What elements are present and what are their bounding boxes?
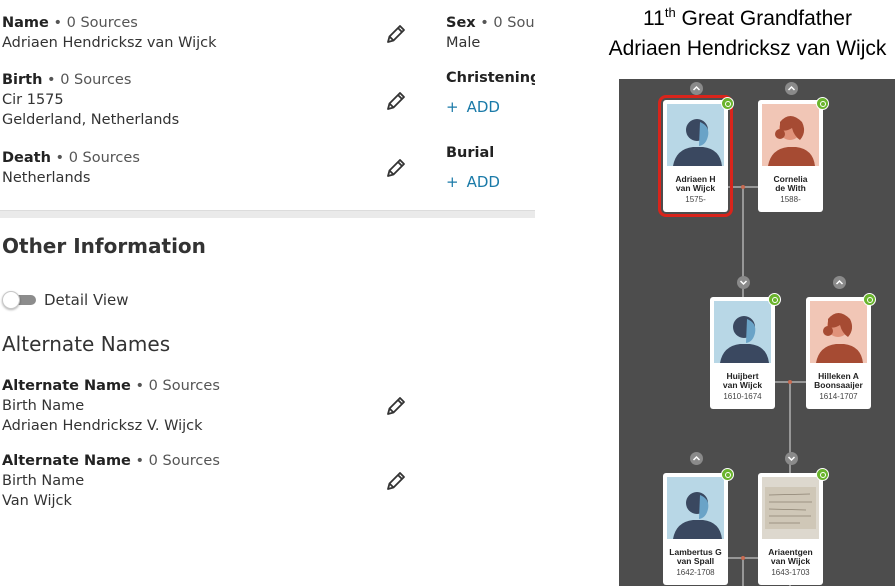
person-name: Hilleken A Boonsaaijer (814, 371, 863, 390)
expand-ancestors-chevron-icon[interactable] (833, 276, 846, 289)
expand-ancestors-chevron-icon[interactable] (690, 82, 703, 95)
edit-birth-pencil-icon[interactable] (385, 90, 407, 112)
death-field: Death • 0 Sources Netherlands (2, 148, 140, 188)
alternate-name-item: Alternate Name • 0 Sources Birth Name Ad… (2, 376, 220, 436)
alternate-name-type: Birth Name (2, 473, 85, 489)
sex-field-label: Sex • 0 Sources (446, 15, 535, 31)
death-field-label: Death • 0 Sources (2, 150, 140, 166)
alternate-name-item: Alternate Name • 0 Sources Birth Name Va… (2, 451, 220, 511)
expand-ancestors-chevron-icon[interactable] (690, 452, 703, 465)
birth-date: Cir 1575 (2, 92, 64, 108)
christening-label: Christening (446, 70, 535, 86)
person-name: Ariaentgen van Wijck (768, 547, 813, 566)
person-name: Cornelia de With (773, 174, 808, 193)
person-card[interactable]: Cornelia de With 1588- (758, 100, 823, 212)
name-field: Name • 0 Sources Adriaen Hendricksz van … (2, 13, 217, 53)
document-photo-icon (762, 477, 819, 539)
record-hint-icon[interactable] (721, 97, 734, 110)
female-avatar-icon (810, 301, 867, 363)
male-avatar-icon (667, 477, 724, 539)
sex-field: Sex • 0 Sources Male (446, 13, 535, 53)
record-hint-icon[interactable] (816, 97, 829, 110)
alternate-name-value: Van Wijck (2, 493, 72, 509)
alternate-name-value: Adriaen Hendricksz V. Wijck (2, 418, 203, 434)
alternate-names-heading: Alternate Names (2, 332, 171, 356)
edit-name-pencil-icon[interactable] (385, 23, 407, 45)
birth-field-label: Birth • 0 Sources (2, 72, 132, 88)
alternate-name-type: Birth Name (2, 398, 85, 414)
male-avatar-icon (714, 301, 771, 363)
add-burial-button[interactable]: + ADD (446, 172, 500, 192)
person-name: Adriaen Hvan Wijck (675, 174, 716, 193)
person-card[interactable]: Huijbert van Wijck 1610-1674 (710, 297, 775, 409)
person-card[interactable]: Adriaen Hvan Wijck 1575- (658, 95, 733, 217)
edit-alternate-name-pencil-icon[interactable] (385, 470, 407, 492)
generation-heading: 11th Great Grandfather (643, 5, 852, 30)
detail-view-label: Detail View (44, 291, 129, 309)
person-dates: 1588- (780, 195, 801, 204)
detail-view-toggle[interactable] (2, 291, 38, 309)
alternate-name-label: Alternate Name • 0 Sources (2, 453, 220, 469)
edit-alternate-name-pencil-icon[interactable] (385, 395, 407, 417)
person-name: Huijbert van Wijck (722, 371, 763, 390)
expand-descendants-chevron-icon[interactable] (737, 276, 750, 289)
birth-place: Gelderland, Netherlands (2, 112, 180, 128)
record-hint-icon[interactable] (863, 293, 876, 306)
other-information-heading: Other Information (2, 234, 206, 258)
sex-value: Male (446, 35, 481, 51)
burial-label: Burial (446, 145, 495, 161)
record-hint-icon[interactable] (721, 468, 734, 481)
burial-field: Burial (446, 143, 494, 163)
christening-field: Christening (446, 68, 535, 88)
person-card[interactable]: Hilleken A Boonsaaijer 1614-1707 (806, 297, 871, 409)
record-hint-icon[interactable] (816, 468, 829, 481)
record-hint-icon[interactable] (768, 293, 781, 306)
birth-field: Birth • 0 Sources Cir 1575 Gelderland, N… (2, 70, 179, 130)
person-card[interactable]: Ariaentgen van Wijck 1643-1703 (758, 473, 823, 585)
person-card[interactable]: Lambertus Gvan Spall 1642-1708 (663, 473, 728, 585)
death-place: Netherlands (2, 170, 91, 186)
person-dates: 1643-1703 (771, 568, 810, 577)
name-field-label: Name • 0 Sources (2, 15, 138, 31)
person-dates: 1642-1708 (676, 568, 715, 577)
section-divider (0, 210, 535, 218)
edit-death-pencil-icon[interactable] (385, 157, 407, 179)
plus-icon: + (446, 98, 459, 116)
person-dates: 1575- (685, 195, 706, 204)
person-dates: 1610-1674 (723, 392, 762, 401)
plus-icon: + (446, 173, 459, 191)
ancestor-name-heading: Adriaen Hendricksz van Wijck (608, 37, 887, 60)
family-tree-view[interactable]: Adriaen Hvan Wijck 1575- Cornelia de With… (619, 79, 895, 586)
male-avatar-icon (667, 104, 724, 166)
expand-descendants-chevron-icon[interactable] (785, 452, 798, 465)
add-christening-button[interactable]: + ADD (446, 97, 500, 117)
alternate-name-label: Alternate Name • 0 Sources (2, 378, 220, 394)
person-dates: 1614-1707 (819, 392, 858, 401)
person-details-panel: Name • 0 Sources Adriaen Hendricksz van … (0, 0, 535, 586)
name-value: Adriaen Hendricksz van Wijck (2, 35, 217, 51)
expand-ancestors-chevron-icon[interactable] (785, 82, 798, 95)
person-name: Lambertus Gvan Spall (669, 547, 722, 566)
female-avatar-icon (762, 104, 819, 166)
